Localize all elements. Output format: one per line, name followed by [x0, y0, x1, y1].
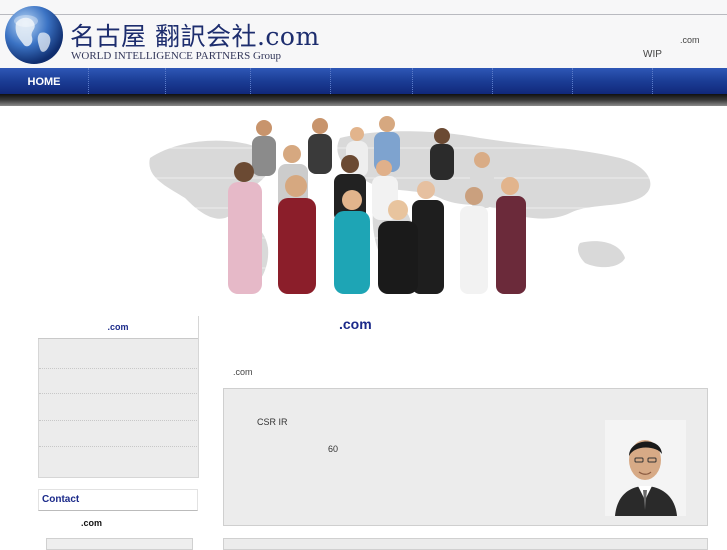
sidebar-menu-item[interactable] [39, 420, 197, 422]
nav-item-6[interactable] [412, 68, 493, 94]
nav-item-3[interactable] [165, 68, 251, 94]
sidebar-contact-heading[interactable]: Contact [38, 489, 198, 511]
header-wip-text: WIP [643, 49, 662, 60]
page-title: .com [339, 316, 372, 332]
sidebar-menu-item[interactable] [39, 446, 197, 448]
header-divider [0, 14, 727, 15]
header-com-text: .com [680, 35, 700, 45]
nav-item-4[interactable] [250, 68, 331, 94]
sidebar-contact-text: .com [81, 518, 103, 528]
sidebar-menu-title: .com [38, 316, 198, 339]
sidebar-menu-panel [38, 316, 199, 478]
nav-item-2[interactable] [88, 68, 166, 94]
nav-item-5[interactable] [330, 68, 413, 94]
globe-logo-icon [5, 6, 63, 64]
nav-home-link[interactable]: HOME [0, 68, 89, 94]
intro-text: .com [233, 367, 253, 377]
sidebar-contact-panel [46, 538, 193, 550]
site-title[interactable]: 名古屋 翻訳会社.com [70, 17, 320, 53]
main-nav: HOME [0, 68, 727, 94]
content-panel-2 [223, 538, 708, 550]
sidebar-menu-item[interactable] [39, 393, 197, 395]
greeting-text-line2: 60 [328, 444, 339, 454]
nav-item-8[interactable] [572, 68, 653, 94]
ceo-portrait-image [605, 420, 686, 516]
greeting-text-line1: CSR IR [257, 417, 288, 427]
group-photo-image [228, 116, 526, 294]
site-subtitle: WORLD INTELLIGENCE PARTNERS Group [71, 50, 282, 62]
nav-item-7[interactable] [492, 68, 573, 94]
nav-shadow-bar [0, 94, 727, 106]
sidebar-menu-item[interactable] [39, 368, 197, 370]
